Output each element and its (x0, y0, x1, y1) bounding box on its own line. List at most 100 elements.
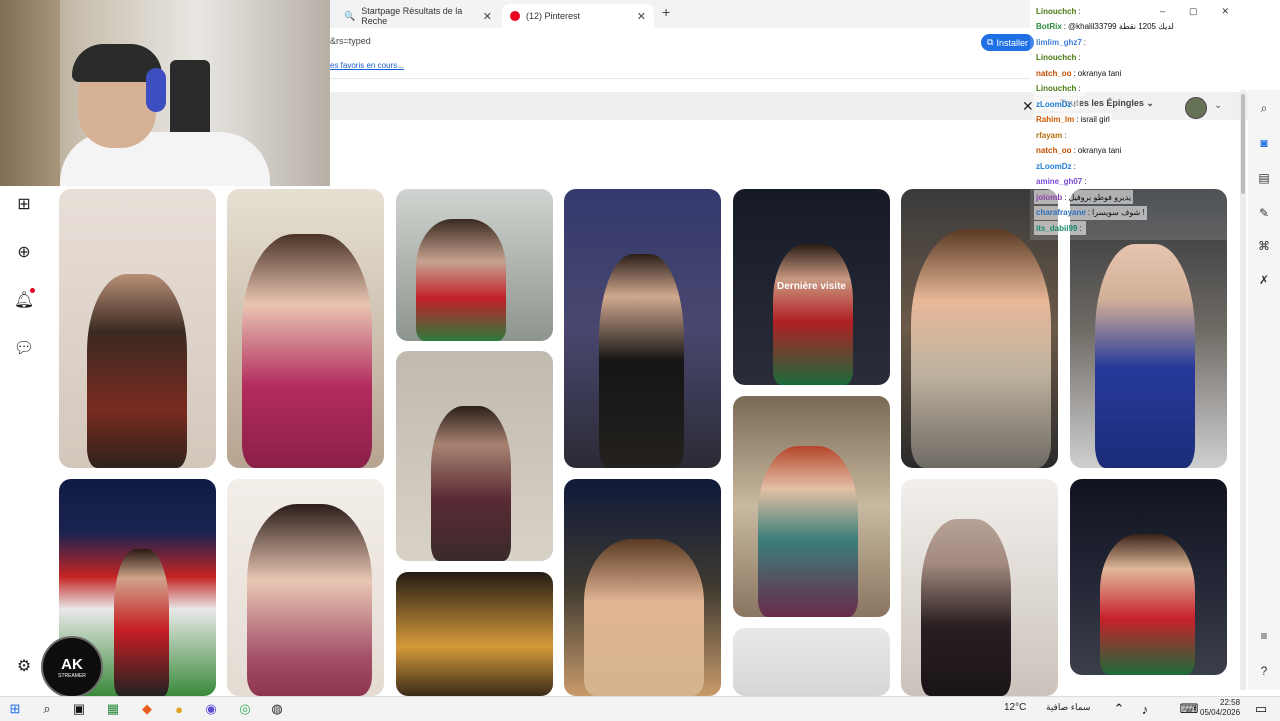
chat-message: rfayam: (1034, 128, 1071, 142)
tools-icon[interactable]: ✗ (1256, 272, 1272, 288)
obs-icon[interactable]: ◍ (268, 700, 286, 718)
boards-icon[interactable]: ⊞ (14, 194, 34, 214)
chat-icon[interactable]: ◙ (1256, 135, 1272, 151)
time: 22:58 (1220, 698, 1241, 707)
chat-username[interactable]: charafrayane (1036, 208, 1086, 217)
chat-message: Linouchch: (1034, 50, 1085, 65)
new-tab-button[interactable]: + (662, 4, 670, 20)
chat-message: Linouchch: (1034, 81, 1085, 96)
chat-separator: : (1078, 6, 1081, 16)
bookmarks-link[interactable]: es favoris en cours... (330, 61, 404, 70)
chat-username[interactable]: natch_oo (1036, 146, 1072, 155)
close-icon[interactable]: ✕ (483, 10, 492, 23)
edit-icon[interactable]: ✎ (1256, 205, 1272, 221)
discord-icon[interactable]: ◉ (202, 700, 220, 718)
chat-message: its_dabii99: (1034, 221, 1086, 235)
chat-separator: : (1084, 177, 1087, 186)
pin-card[interactable] (901, 479, 1058, 696)
scrollbar-thumb[interactable] (1241, 94, 1245, 194)
pinterest-icon (510, 11, 520, 21)
search-icon[interactable]: ⌕ (38, 700, 56, 718)
pin-card[interactable] (1070, 479, 1227, 675)
weather-temperature[interactable]: 12°C (1004, 702, 1026, 713)
notifications-icon[interactable]: ▭ (1252, 700, 1270, 718)
chat-username[interactable]: natch_oo (1036, 69, 1072, 78)
chat-username[interactable]: BotRix (1036, 22, 1062, 31)
browser-icon[interactable]: ● (170, 700, 188, 718)
weather-description[interactable]: سماء صافية (1046, 702, 1090, 713)
chat-separator: : (1078, 84, 1081, 93)
window-controls[interactable]: –▢✕ (1160, 6, 1253, 17)
chat-message: natch_oo: okranya tani (1034, 66, 1124, 80)
pin-card[interactable] (396, 351, 553, 561)
install-icon: ⧉ (987, 37, 994, 47)
help-icon[interactable]: ? (1256, 663, 1272, 679)
stream-logo-text: AK (61, 655, 83, 673)
pin-card[interactable]: Dernière visite (733, 189, 890, 385)
store-icon[interactable]: ▦ (104, 700, 122, 718)
chat-username[interactable]: rfayam (1036, 131, 1062, 140)
chat-separator: : (1073, 161, 1076, 171)
chat-username[interactable]: limlim_ghz7 (1036, 38, 1082, 47)
task-view-icon[interactable]: ▣ (70, 700, 88, 718)
browser-tab-bar: 🔍 Startpage Résultats de la Reche ✕ (12)… (330, 0, 1030, 28)
chrome-icon[interactable]: ◎ (236, 700, 254, 718)
address-bar[interactable]: &rs=typed (330, 30, 1030, 54)
settings-sliders-icon[interactable]: ≡ (1256, 628, 1272, 644)
chat-username[interactable]: zLoomDz (1036, 162, 1072, 171)
pin-card[interactable] (227, 479, 384, 696)
keyboard-icon[interactable]: ⌨ (1180, 700, 1199, 718)
search-icon: 🔍 (344, 10, 356, 21)
notification-dot (30, 288, 35, 293)
chat-username[interactable]: amine_gh07 (1036, 177, 1082, 186)
chat-separator: : (1073, 68, 1076, 78)
chat-message: Linouchch: (1034, 4, 1085, 18)
mic-icon[interactable]: ♪ (1136, 700, 1154, 718)
bell-icon[interactable]: 🔔︎ (14, 290, 34, 310)
reader-icon[interactable]: ▤ (1256, 170, 1272, 186)
gear-icon[interactable]: ⚙ (14, 656, 34, 676)
search-icon[interactable]: ⌕ (1256, 100, 1272, 116)
chat-message: limlim_ghz7: (1034, 35, 1091, 49)
chat-username[interactable]: Rahim_lm (1036, 115, 1074, 124)
stream-logo: AK STREAMER (41, 636, 103, 698)
chevron-up-icon[interactable]: ⌃ (1110, 700, 1128, 718)
chat-separator: : (1073, 146, 1076, 155)
pin-card[interactable] (396, 572, 553, 696)
curtain (0, 0, 60, 186)
chat-separator: : (1064, 130, 1067, 140)
gamepad-icon[interactable]: ⌘ (1256, 238, 1272, 254)
chat-message: charafrayane: شوف سويسرا ! (1034, 205, 1147, 220)
brave-icon[interactable]: ◆ (138, 700, 156, 718)
chat-username[interactable]: jolomb (1036, 193, 1062, 202)
windows-start-icon[interactable]: ⊞ (6, 700, 24, 718)
pin-card[interactable] (59, 189, 216, 468)
chat-message: zLoomDz: (1034, 159, 1080, 173)
messages-icon[interactable]: 💬︎ (14, 338, 34, 358)
last-visit-label: Dernière visite (777, 281, 846, 292)
chat-username[interactable]: its_dabii99 (1036, 224, 1077, 233)
clock[interactable]: 22:58 05/04/2026 (1200, 698, 1240, 718)
tab-startpage[interactable]: 🔍 Startpage Résultats de la Reche ✕ (336, 4, 500, 28)
install-button[interactable]: ⧉ Installer (981, 34, 1034, 51)
chat-username[interactable]: zLoomDz (1036, 100, 1072, 109)
pin-card[interactable] (227, 189, 384, 468)
pin-card[interactable] (564, 479, 721, 696)
chat-message: Rahim_lm: israil girl (1034, 112, 1112, 127)
chat-username[interactable]: Linouchch (1036, 84, 1076, 93)
chat-username[interactable]: Linouchch (1036, 7, 1076, 16)
tab-label: (12) Pinterest (526, 11, 581, 21)
create-icon[interactable]: ⊕ (14, 242, 34, 262)
browser-side-panel: ⌕ ◙ ▤ ✎ ⌘ ✗ ≡ ? (1248, 90, 1280, 690)
chat-separator: : (1087, 208, 1091, 217)
pin-card[interactable] (564, 189, 721, 468)
pin-card[interactable] (396, 189, 553, 341)
close-icon[interactable]: ✕ (637, 10, 646, 23)
chat-username[interactable]: Linouchch (1036, 53, 1076, 62)
pin-card[interactable] (733, 628, 890, 696)
pin-card[interactable] (733, 396, 890, 617)
tab-pinterest[interactable]: (12) Pinterest ✕ (502, 4, 654, 28)
chat-separator: : (1083, 37, 1087, 47)
stream-chat: Linouchch: BotRix: @khalil33799 لديك 1205 … (1030, 0, 1230, 240)
tab-label: Startpage Résultats de la Reche (361, 6, 463, 26)
